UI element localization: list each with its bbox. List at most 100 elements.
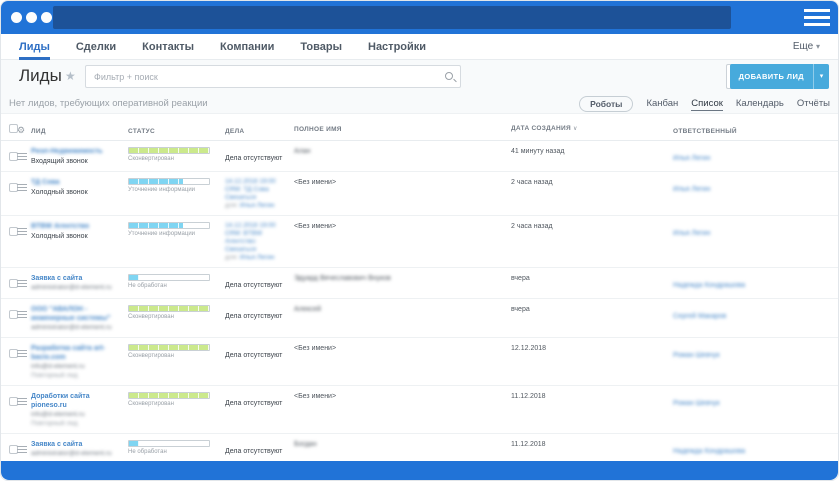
nav-tab-leads[interactable]: Лиды: [19, 34, 50, 60]
responsible-link[interactable]: Сергей Макаров: [673, 313, 726, 320]
row-menu-icon[interactable]: [17, 350, 27, 357]
full-name-cell: Алексей: [294, 306, 322, 313]
created-date-cell: 11.12.2018: [511, 393, 546, 400]
row-menu-icon[interactable]: [17, 446, 27, 453]
lead-source-label: Входящий звонок: [31, 158, 88, 165]
lead-title-link[interactable]: Доработки сайта pioneso.ru: [31, 392, 120, 410]
activity-link[interactable]: Агентство:: [225, 238, 290, 246]
search-input[interactable]: [86, 66, 460, 87]
responsible-link[interactable]: Илья Легин: [673, 230, 710, 237]
created-date-cell: 2 часа назад: [511, 223, 553, 230]
status-label: Сконвертирован: [128, 314, 174, 320]
lead-title-link[interactable]: ООО "АВАЛОН - инженерные системы": [31, 305, 120, 323]
column-header-activities[interactable]: ДЕЛА: [225, 128, 244, 135]
nav-tab-companies[interactable]: Компании: [220, 34, 274, 60]
full-name-cell: <Без имени>: [294, 345, 337, 352]
dot-icon: [41, 12, 52, 23]
row-menu-icon[interactable]: [17, 184, 27, 191]
row-menu-icon[interactable]: [17, 280, 27, 287]
responsible-link[interactable]: Надежда Кондрашова: [673, 448, 745, 455]
row-menu-icon[interactable]: [17, 398, 27, 405]
full-name-cell: Эдуард Вячеславович Внуков: [294, 275, 391, 282]
column-header-lead[interactable]: ЛИД: [31, 128, 46, 135]
robots-button[interactable]: Роботы: [579, 96, 634, 112]
activity-link[interactable]: Связаться: [225, 246, 290, 254]
leads-table: ⚙ ЛИД СТАТУС ДЕЛА ПОЛНОЕ ИМЯ ДАТА СОЗДАН…: [1, 118, 838, 480]
top-bar: [1, 1, 838, 34]
no-activities-label: Дела отсутствуют: [225, 448, 283, 455]
created-date-cell: 12.12.2018: [511, 345, 547, 352]
no-activities-label: Дела отсутствуют: [225, 352, 283, 359]
responsible-link[interactable]: Илья Легин: [673, 186, 710, 193]
assignee-link[interactable]: Илья Легин: [240, 254, 275, 261]
bottom-bar: [1, 461, 838, 480]
add-lead-dropdown-caret[interactable]: ▾: [813, 64, 829, 89]
grid-settings-icon[interactable]: ⚙: [17, 125, 25, 135]
lead-email: administrator@d-element.ru: [31, 284, 112, 291]
nav-tab-products[interactable]: Товары: [300, 34, 342, 60]
lead-repeat-note: Повторный лид: [31, 372, 78, 379]
lead-title-link[interactable]: BTBW Агентство: [31, 222, 120, 231]
dot-icon: [11, 12, 22, 23]
activity-link[interactable]: CRM: BTBW: [225, 230, 290, 238]
status-progress-bar: [128, 344, 210, 351]
add-lead-label: ДОБАВИТЬ ЛИД: [738, 72, 804, 81]
responsible-link[interactable]: Роман Шевчук: [673, 400, 720, 407]
lead-title-link[interactable]: Риэл-Недвижимость: [31, 147, 120, 156]
status-label: Сконвертирован: [128, 401, 174, 407]
nav-more-button[interactable]: Еще ▾: [793, 41, 820, 52]
column-header-responsible[interactable]: ОТВЕТСТВЕННЫЙ: [673, 128, 737, 135]
chevron-down-icon: ▾: [815, 42, 820, 51]
table-row: BTBW Агентство Холодный звонок Уточнение…: [1, 216, 838, 268]
responsible-link[interactable]: Роман Шевчук: [673, 352, 720, 359]
status-label: Не обработан: [128, 283, 167, 289]
nav-tab-contacts[interactable]: Контакты: [142, 34, 194, 60]
column-header-status[interactable]: СТАТУС: [128, 128, 155, 135]
activity-link[interactable]: CRM: ТД Сова: [225, 186, 290, 194]
table-row: Разработка сайта art-bacio.com info@d-el…: [1, 338, 838, 386]
table-row: Доработки сайта pioneso.ru info@d-elemen…: [1, 386, 838, 434]
lead-title-link[interactable]: ТД Сова: [31, 178, 120, 187]
status-progress-bar: [128, 147, 210, 154]
activity-link[interactable]: Связаться: [225, 194, 290, 202]
activity-link[interactable]: 14.12.2018 19:00: [225, 222, 290, 230]
column-header-fullname[interactable]: ПОЛНОЕ ИМЯ: [294, 126, 342, 133]
favorite-star-icon[interactable]: ★: [65, 69, 76, 83]
row-menu-icon[interactable]: [17, 153, 27, 160]
created-date-cell: 11.12.2018: [511, 441, 546, 448]
row-menu-icon[interactable]: [17, 228, 27, 235]
nav-tab-settings[interactable]: Настройки: [368, 34, 426, 60]
activity-link[interactable]: 14.12.2018 19:00: [225, 178, 290, 186]
view-tab-reports[interactable]: Отчёты: [797, 98, 830, 110]
activities-cell: Дела отсутствуют: [225, 147, 294, 165]
assignee-link[interactable]: Илья Легин: [240, 202, 275, 209]
lead-source-label: Холодный звонок: [31, 233, 88, 240]
row-menu-icon[interactable]: [17, 311, 27, 318]
lead-email: info@d-element.ru: [31, 363, 85, 370]
nav-tab-deals[interactable]: Сделки: [76, 34, 116, 60]
table-row: Заявка с сайта administrator@d-element.r…: [1, 268, 838, 299]
created-date-cell: 41 минуту назад: [511, 148, 565, 155]
table-header-row: ⚙ ЛИД СТАТУС ДЕЛА ПОЛНОЕ ИМЯ ДАТА СОЗДАН…: [1, 118, 838, 141]
lead-title-link[interactable]: Заявка с сайта: [31, 274, 120, 283]
activities-cell: Дела отсутствуют: [225, 305, 294, 323]
lead-email: administrator@d-element.ru: [31, 324, 112, 331]
hamburger-menu-icon[interactable]: [804, 9, 830, 26]
no-activities-label: Дела отсутствуют: [225, 282, 283, 289]
view-tab-calendar[interactable]: Календарь: [736, 98, 784, 110]
lead-title-link[interactable]: Разработка сайта art-bacio.com: [31, 344, 120, 362]
view-tab-kanban[interactable]: Канбан: [646, 98, 678, 110]
activity-assignee: для: Илья Легин: [225, 254, 275, 261]
column-header-created[interactable]: ДАТА СОЗДАНИЯ: [511, 125, 571, 132]
status-label: Сконвертирован: [128, 156, 174, 162]
responsible-link[interactable]: Илья Легин: [673, 155, 710, 162]
logo-dots-icon: [11, 12, 52, 23]
full-name-cell: Алан: [294, 148, 311, 155]
status-progress-bar: [128, 392, 210, 399]
view-tab-list[interactable]: Список: [691, 98, 723, 111]
add-lead-button[interactable]: ДОБАВИТЬ ЛИД ▾: [729, 64, 829, 89]
lead-title-link[interactable]: Заявка с сайта: [31, 440, 120, 449]
responsible-link[interactable]: Надежда Кондрашова: [673, 282, 745, 289]
counter-message: Нет лидов, требующих оперативной реакции: [9, 98, 208, 109]
search-icon[interactable]: [445, 72, 453, 80]
